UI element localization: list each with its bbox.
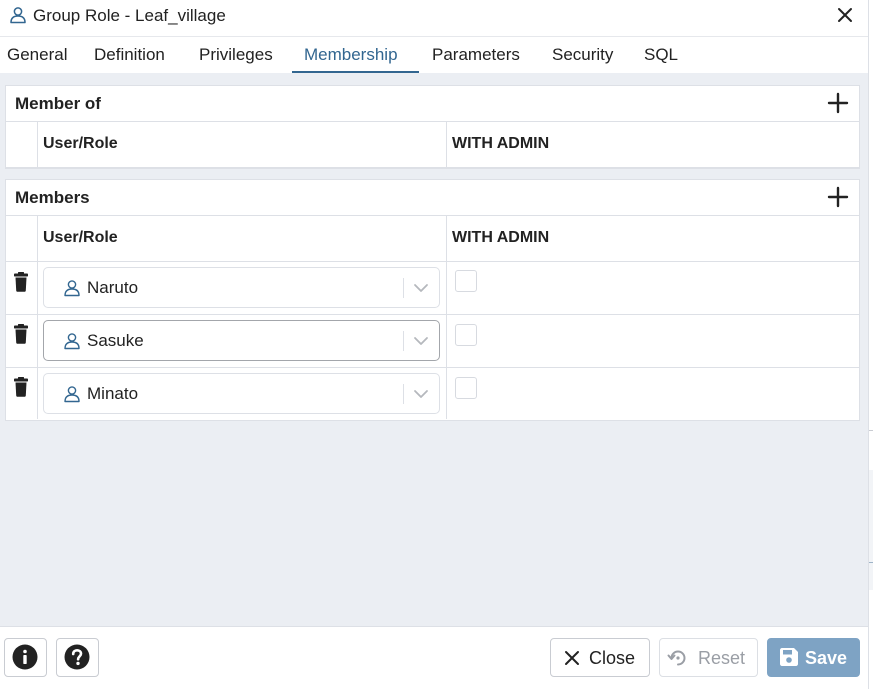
close-button[interactable]: Close [550,638,650,677]
column-divider [37,262,38,314]
plus-icon[interactable] [826,185,850,209]
close-icon [565,651,579,665]
background-edge [869,0,873,691]
dialog-titlebar[interactable]: Group Role - Leaf_village [0,0,868,34]
member-role-select[interactable]: Sasuke [43,320,440,361]
table-row: Sasuke [6,315,859,368]
column-divider [37,315,38,367]
column-divider [446,216,447,261]
with-admin-checkbox[interactable] [455,324,477,346]
member-of-panel: Member of User/Role WITH ADMIN [5,85,860,169]
column-divider [446,315,447,367]
member-role-select[interactable]: Naruto [43,267,440,308]
members-grid-header: User/Role WITH ADMIN [6,216,859,262]
table-row: Minato [6,368,859,419]
help-button[interactable] [56,638,99,677]
column-divider [446,262,447,314]
trash-icon[interactable] [14,377,28,397]
with-admin-checkbox[interactable] [455,270,477,292]
close-icon[interactable] [834,4,856,26]
plus-icon[interactable] [826,91,850,115]
chevron-down-icon[interactable] [412,386,430,402]
group-role-dialog: Group Role - Leaf_village General Defini… [0,0,869,689]
tab-parameters[interactable]: Parameters [432,45,520,65]
tab-privileges[interactable]: Privileges [199,45,273,65]
column-divider [446,122,447,167]
member-of-header: Member of [6,86,859,122]
tab-general[interactable]: General [7,45,67,65]
tab-sql[interactable]: SQL [644,45,678,65]
close-button-label: Close [589,648,636,668]
members-header: Members [6,180,859,216]
column-divider [37,216,38,261]
trash-icon[interactable] [14,324,28,344]
member-of-grid-header: User/Role WITH ADMIN [6,122,859,168]
background-divider [869,562,873,563]
user-icon [64,386,80,403]
dialog-footer: Close Reset Save [0,626,868,689]
select-divider [403,384,404,404]
save-button-label: Save [805,648,848,668]
tab-membership[interactable]: Membership [304,45,398,65]
select-divider [403,331,404,351]
trash-icon[interactable] [14,272,28,292]
help-icon [64,644,90,670]
info-button[interactable] [4,638,47,677]
member-role-value: Minato [87,384,139,403]
user-icon [64,280,80,297]
member-role-value: Naruto [87,278,139,297]
column-divider [37,368,38,419]
user-icon [10,7,26,24]
select-divider [403,278,404,298]
background-divider [869,430,873,431]
tab-definition[interactable]: Definition [94,45,165,65]
column-header-user-role: User/Role [43,135,118,152]
reset-button-label: Reset [698,648,746,668]
dialog-title: Group Role - Leaf_village [33,6,226,25]
save-button[interactable]: Save [767,638,860,677]
tab-bar: General Definition Privileges Membership… [0,36,868,74]
column-divider [37,122,38,167]
members-title: Members [15,188,90,207]
membership-content: Member of User/Role WITH ADMIN Members U… [0,73,868,626]
reset-button[interactable]: Reset [659,638,758,677]
reset-icon [667,650,686,666]
chevron-down-icon[interactable] [412,280,430,296]
with-admin-checkbox[interactable] [455,377,477,399]
member-of-title: Member of [15,94,101,113]
tab-security[interactable]: Security [552,45,613,65]
table-row: Naruto [6,262,859,315]
column-header-with-admin: WITH ADMIN [452,135,550,152]
info-icon [12,644,38,670]
column-header-with-admin: WITH ADMIN [452,229,550,246]
member-role-value: Sasuke [87,331,144,350]
save-icon [780,648,798,666]
background-panel [869,470,873,590]
members-panel: Members User/Role WITH ADMIN Naruto Sasu… [5,179,860,421]
member-role-select[interactable]: Minato [43,373,440,414]
user-icon [64,333,80,350]
column-header-user-role: User/Role [43,229,118,246]
chevron-down-icon[interactable] [412,333,430,349]
column-divider [446,368,447,419]
